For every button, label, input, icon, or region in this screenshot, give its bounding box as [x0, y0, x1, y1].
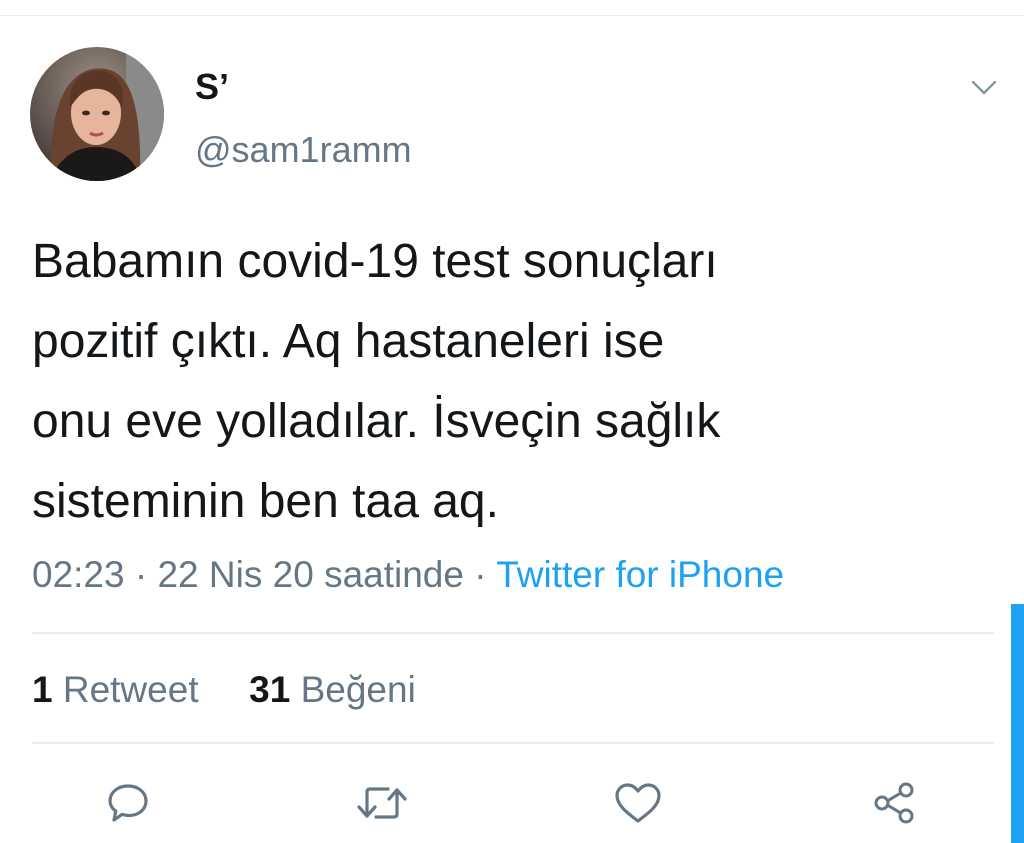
- chevron-down-icon: [971, 80, 997, 95]
- tweet-meta: 02:23 · 22 Nis 20 saatinde · Twitter for…: [32, 548, 784, 602]
- tweet-text-line: onu eve yolladılar. İsveçin sağlık: [32, 395, 721, 448]
- heart-icon: [615, 783, 661, 823]
- top-divider: [0, 15, 1024, 16]
- avatar-image: [30, 47, 164, 181]
- like-stat[interactable]: 31 Beğeni: [249, 669, 416, 710]
- retweet-icon: [357, 787, 407, 819]
- retweet-label: Retweet: [62, 669, 199, 710]
- meta-separator: ·: [474, 554, 487, 595]
- divider: [32, 632, 994, 634]
- like-label: Beğeni: [300, 669, 416, 710]
- share-button[interactable]: [864, 775, 924, 831]
- tweet-text-line: sisteminin ben taa aq.: [32, 475, 499, 528]
- retweet-button[interactable]: [352, 775, 412, 831]
- meta-separator: ·: [134, 554, 148, 595]
- reply-icon: [108, 784, 148, 822]
- tweet-text-line: Babamın covid-19 test sonuçları: [32, 235, 718, 288]
- divider: [32, 742, 994, 744]
- tweet-options-button[interactable]: [960, 68, 1008, 108]
- tweet-date: 22 Nis 20 saatinde: [157, 554, 464, 595]
- avatar[interactable]: [30, 47, 164, 181]
- author-display-name[interactable]: S’: [195, 62, 229, 112]
- like-count: 31: [249, 669, 291, 710]
- tweet-text: Babamın covid-19 test sonuçları pozitif …: [32, 222, 992, 542]
- retweet-stat[interactable]: 1 Retweet: [32, 669, 209, 710]
- retweet-count: 1: [32, 669, 53, 710]
- tweet-stats: 1 Retweet 31 Beğeni: [32, 663, 416, 717]
- tweet-text-line: pozitif çıktı. Aq hastaneleri ise: [32, 315, 665, 368]
- author-handle[interactable]: @sam1ramm: [195, 125, 412, 175]
- share-icon: [874, 782, 914, 824]
- tweet-source-link[interactable]: Twitter for iPhone: [496, 554, 784, 595]
- scrollbar[interactable]: [1011, 604, 1024, 843]
- tweet-detail-screen: S’ @sam1ramm Babamın covid-19 test sonuç…: [0, 0, 1024, 843]
- tweet-time: 02:23: [32, 554, 125, 595]
- like-button[interactable]: [608, 775, 668, 831]
- reply-button[interactable]: [98, 775, 158, 831]
